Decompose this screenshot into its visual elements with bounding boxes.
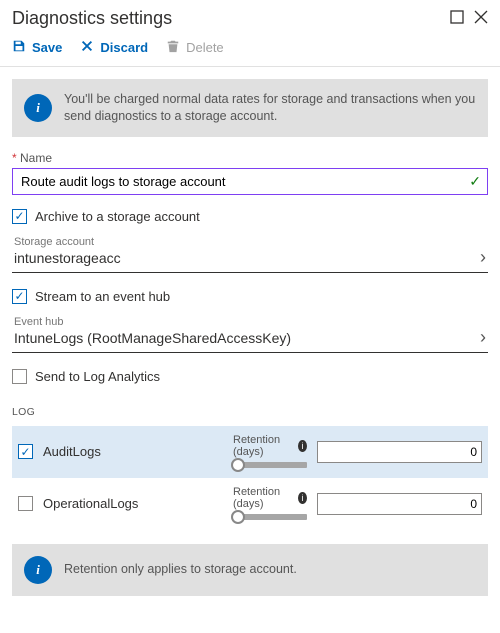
info-banner-rates: i You'll be charged normal data rates fo… — [12, 79, 488, 137]
close-icon[interactable] — [474, 10, 488, 27]
info-mini-icon[interactable]: i — [298, 440, 307, 452]
log-row-operationallogs[interactable]: OperationalLogs Retention (days) i — [12, 478, 488, 530]
log-row-auditlogs[interactable]: AuditLogs Retention (days) i — [12, 426, 488, 478]
retention-slider[interactable] — [233, 512, 307, 522]
eventhub-picker-label: Event hub — [14, 316, 291, 328]
retention-slider[interactable] — [233, 460, 307, 470]
delete-button: Delete — [166, 39, 224, 56]
operationallogs-checkbox[interactable] — [18, 496, 33, 511]
retention-input[interactable] — [317, 493, 482, 515]
info-text: Retention only applies to storage accoun… — [64, 561, 297, 578]
info-banner-retention: i Retention only applies to storage acco… — [12, 544, 488, 596]
archive-label: Archive to a storage account — [35, 209, 200, 224]
storage-picker-value: intunestorageacc — [14, 250, 121, 266]
delete-label: Delete — [186, 40, 224, 55]
info-icon: i — [24, 94, 52, 122]
auditlogs-checkbox[interactable] — [18, 444, 33, 459]
discard-icon — [80, 39, 94, 56]
save-icon — [12, 39, 26, 56]
name-input-wrap[interactable]: ✓ — [12, 168, 488, 195]
restore-window-icon[interactable] — [450, 10, 464, 27]
chevron-right-icon: › — [480, 328, 486, 346]
archive-checkbox[interactable] — [12, 209, 27, 224]
log-name: OperationalLogs — [43, 496, 223, 511]
name-input[interactable] — [19, 173, 469, 190]
name-label: * Name — [12, 151, 488, 165]
log-analytics-label: Send to Log Analytics — [35, 369, 160, 384]
retention-input[interactable] — [317, 441, 482, 463]
info-mini-icon[interactable]: i — [298, 492, 307, 504]
eventhub-picker-value: IntuneLogs (RootManageSharedAccessKey) — [14, 330, 291, 346]
info-text: You'll be charged normal data rates for … — [64, 91, 476, 125]
discard-button[interactable]: Discard — [80, 39, 148, 56]
validation-check-icon: ✓ — [469, 173, 481, 190]
storage-account-picker[interactable]: Storage account intunestorageacc › — [12, 232, 488, 273]
discard-label: Discard — [100, 40, 148, 55]
retention-label: Retention (days) i — [233, 434, 307, 458]
stream-checkbox[interactable] — [12, 289, 27, 304]
storage-picker-label: Storage account — [14, 236, 121, 248]
log-section-heading: LOG — [12, 406, 488, 418]
save-label: Save — [32, 40, 62, 55]
retention-label: Retention (days) i — [233, 486, 307, 510]
event-hub-picker[interactable]: Event hub IntuneLogs (RootManageSharedAc… — [12, 312, 488, 353]
log-analytics-checkbox[interactable] — [12, 369, 27, 384]
page-title: Diagnostics settings — [12, 8, 172, 29]
trash-icon — [166, 39, 180, 56]
save-button[interactable]: Save — [12, 39, 62, 56]
info-icon: i — [24, 556, 52, 584]
stream-label: Stream to an event hub — [35, 289, 170, 304]
log-name: AuditLogs — [43, 444, 223, 459]
chevron-right-icon: › — [480, 248, 486, 266]
